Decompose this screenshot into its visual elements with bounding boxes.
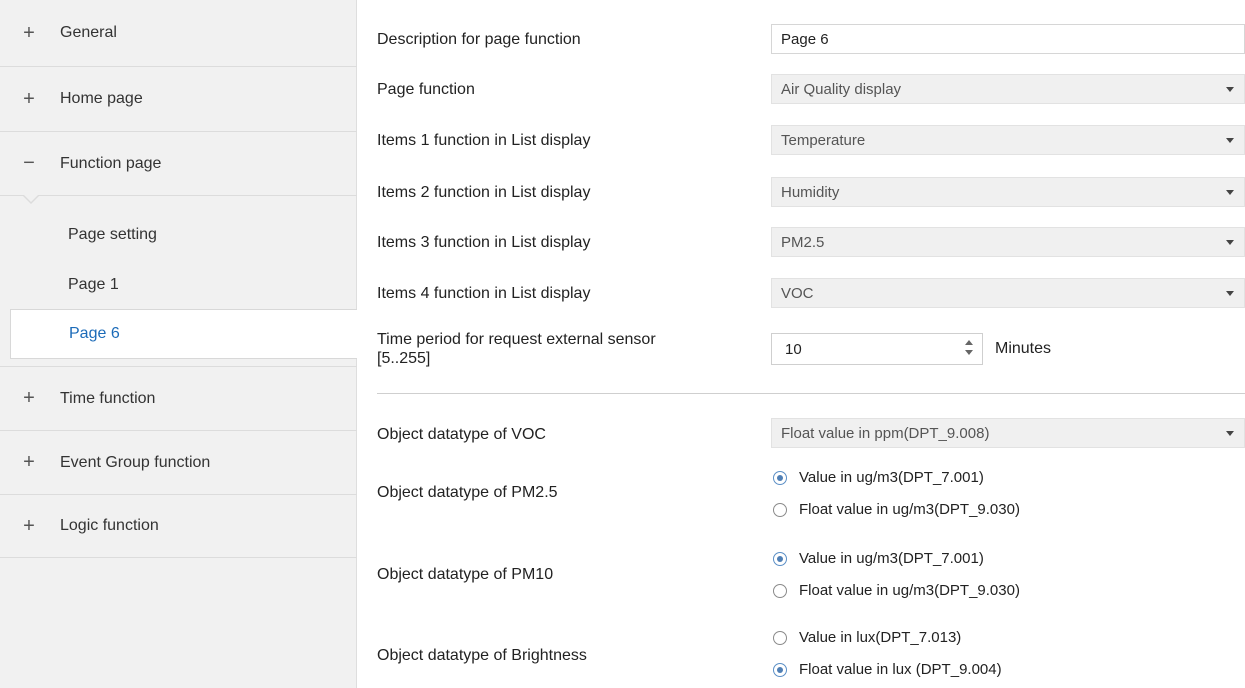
sidebar: + General + Home page − Function page Pa… xyxy=(0,0,365,688)
item4-select[interactable]: VOC xyxy=(771,278,1245,308)
spin-buttons[interactable] xyxy=(964,340,974,360)
radio-checked-icon[interactable] xyxy=(773,551,787,566)
sidebar-item-time-function[interactable]: + Time function xyxy=(0,366,357,431)
dropdown-arrow-icon xyxy=(1226,138,1234,143)
voc-type-select[interactable]: Float value in ppm(DPT_9.008) xyxy=(771,418,1245,448)
sidebar-item-logic-function[interactable]: + Logic function xyxy=(0,495,357,558)
sidebar-item-general[interactable]: + General xyxy=(0,0,357,67)
sidebar-item-label: General xyxy=(60,24,117,41)
page-function-select[interactable]: Air Quality display xyxy=(771,74,1245,104)
sidebar-item-label: Logic function xyxy=(60,517,159,534)
radio-label: Float value in ug/m3(DPT_9.030) xyxy=(799,501,1020,518)
expand-notch-icon xyxy=(22,194,40,204)
item2-select[interactable]: Humidity xyxy=(771,177,1245,207)
pm25-option-1[interactable]: Value in ug/m3(DPT_7.001) xyxy=(773,469,984,486)
item2-value: Humidity xyxy=(781,183,840,201)
pm10-option-1[interactable]: Value in ug/m3(DPT_7.001) xyxy=(773,550,984,567)
description-input[interactable]: Page 6 xyxy=(771,24,1245,54)
plus-icon: + xyxy=(23,387,35,409)
dropdown-arrow-icon xyxy=(1226,431,1234,436)
sidebar-item-label: Function page xyxy=(60,154,162,172)
plus-icon: + xyxy=(23,451,35,473)
dropdown-arrow-icon xyxy=(1226,190,1234,195)
brightness-option-1[interactable]: Value in lux(DPT_7.013) xyxy=(773,629,961,646)
sidebar-subitem-page-1[interactable]: Page 1 xyxy=(0,259,357,311)
voc-type-label: Object datatype of VOC xyxy=(377,426,546,443)
plus-icon: + xyxy=(23,87,35,110)
pm25-type-label: Object datatype of PM2.5 xyxy=(377,484,558,501)
section-divider xyxy=(377,393,1245,394)
time-period-spinbox[interactable]: 10 xyxy=(771,333,983,365)
radio-checked-icon[interactable] xyxy=(773,470,787,485)
pm10-type-label: Object datatype of PM10 xyxy=(377,566,554,583)
brightness-type-label: Object datatype of Brightness xyxy=(377,647,587,664)
item1-select[interactable]: Temperature xyxy=(771,125,1245,155)
sidebar-subitem-page-setting[interactable]: Page setting xyxy=(0,209,357,261)
item1-value: Temperature xyxy=(781,131,866,149)
time-period-value: 10 xyxy=(785,340,802,358)
radio-label: Float value in lux (DPT_9.004) xyxy=(799,661,1002,678)
radio-unchecked-icon[interactable] xyxy=(773,630,787,645)
dropdown-arrow-icon xyxy=(1226,291,1234,296)
app-window: + General + Home page − Function page Pa… xyxy=(0,0,1245,688)
description-label: Description for page function xyxy=(377,31,581,48)
item3-label: Items 3 function in List display xyxy=(377,234,591,251)
item3-value: PM2.5 xyxy=(781,233,825,251)
radio-label: Float value in ug/m3(DPT_9.030) xyxy=(799,582,1020,599)
page-function-value: Air Quality display xyxy=(781,80,902,98)
item1-label: Items 1 function in List display xyxy=(377,132,591,149)
sidebar-item-function-page[interactable]: − Function page xyxy=(0,132,357,196)
dropdown-arrow-icon xyxy=(1226,240,1234,245)
time-period-range: [5..255] xyxy=(377,350,431,367)
brightness-option-2[interactable]: Float value in lux (DPT_9.004) xyxy=(773,661,1002,678)
sidebar-item-home-page[interactable]: + Home page xyxy=(0,67,357,132)
item4-value: VOC xyxy=(781,284,814,302)
radio-checked-icon[interactable] xyxy=(773,662,787,677)
plus-icon: + xyxy=(23,21,35,44)
spin-up-icon[interactable] xyxy=(965,340,973,345)
sidebar-item-label: Time function xyxy=(60,389,156,407)
radio-label: Value in ug/m3(DPT_7.001) xyxy=(799,550,984,567)
sidebar-subitem-label: Page setting xyxy=(68,226,157,243)
dropdown-arrow-icon xyxy=(1226,87,1234,92)
sidebar-item-label: Event Group function xyxy=(60,453,211,471)
time-period-unit: Minutes xyxy=(995,340,1052,357)
plus-icon: + xyxy=(23,514,35,537)
sidebar-item-label: Home page xyxy=(60,90,143,107)
radio-unchecked-icon[interactable] xyxy=(773,583,787,598)
voc-type-value: Float value in ppm(DPT_9.008) xyxy=(781,424,990,442)
spin-down-icon[interactable] xyxy=(965,350,973,355)
parameter-panel: Description for page function Page 6 Pag… xyxy=(357,0,1245,688)
time-period-label-line1: Time period for request external sensor xyxy=(377,331,656,348)
item3-select[interactable]: PM2.5 xyxy=(771,227,1245,257)
radio-label: Value in lux(DPT_7.013) xyxy=(799,629,962,646)
item2-label: Items 2 function in List display xyxy=(377,184,591,201)
sidebar-subitem-label: Page 6 xyxy=(69,325,120,342)
minus-icon: − xyxy=(23,152,35,174)
description-value: Page 6 xyxy=(781,30,829,48)
sidebar-subitem-label: Page 1 xyxy=(68,276,119,293)
pm25-option-2[interactable]: Float value in ug/m3(DPT_9.030) xyxy=(773,501,1020,518)
time-period-label: Time period for request external sensor … xyxy=(377,330,656,368)
radio-unchecked-icon[interactable] xyxy=(773,502,787,517)
page-function-label: Page function xyxy=(377,81,475,98)
radio-label: Value in ug/m3(DPT_7.001) xyxy=(799,469,984,486)
sidebar-item-event-group-function[interactable]: + Event Group function xyxy=(0,431,357,495)
item4-label: Items 4 function in List display xyxy=(377,285,591,302)
sidebar-subitem-page-6[interactable]: Page 6 xyxy=(10,309,365,359)
pm10-option-2[interactable]: Float value in ug/m3(DPT_9.030) xyxy=(773,582,1020,599)
